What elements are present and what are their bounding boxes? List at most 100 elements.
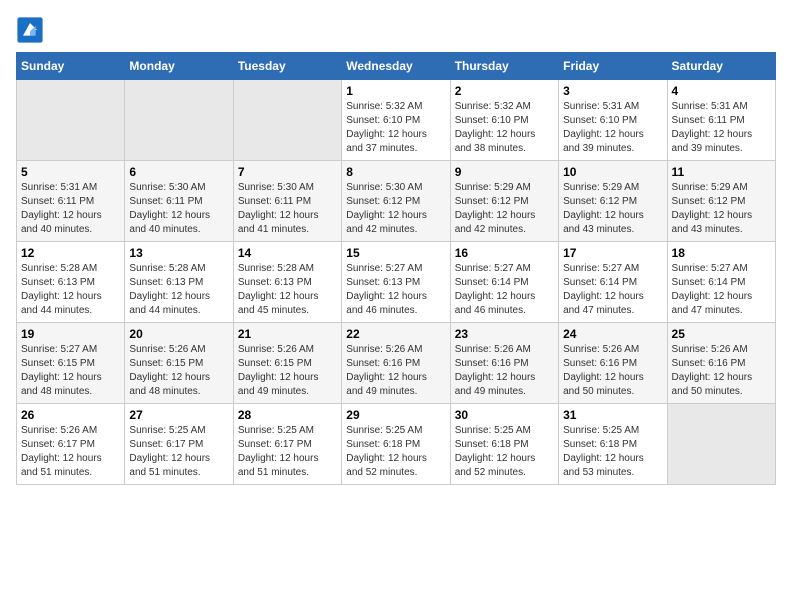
- day-info: Sunrise: 5:29 AM Sunset: 6:12 PM Dayligh…: [455, 181, 554, 237]
- day-info: Sunrise: 5:26 AM Sunset: 6:16 PM Dayligh…: [346, 343, 445, 399]
- day-info: Sunrise: 5:30 AM Sunset: 6:11 PM Dayligh…: [129, 181, 228, 237]
- calendar-cell: 31 Sunrise: 5:25 AM Sunset: 6:18 PM Dayli…: [559, 404, 667, 485]
- calendar-cell: 1 Sunrise: 5:32 AM Sunset: 6:10 PM Daylig…: [342, 80, 450, 161]
- calendar-cell: 17 Sunrise: 5:27 AM Sunset: 6:14 PM Dayli…: [559, 242, 667, 323]
- calendar-cell: 13 Sunrise: 5:28 AM Sunset: 6:13 PM Dayli…: [125, 242, 233, 323]
- day-number: 25: [672, 327, 771, 341]
- column-header-wednesday: Wednesday: [342, 53, 450, 80]
- day-info: Sunrise: 5:26 AM Sunset: 6:16 PM Dayligh…: [455, 343, 554, 399]
- day-info: Sunrise: 5:27 AM Sunset: 6:14 PM Dayligh…: [455, 262, 554, 318]
- calendar-cell: 9 Sunrise: 5:29 AM Sunset: 6:12 PM Daylig…: [450, 161, 558, 242]
- day-number: 15: [346, 246, 445, 260]
- day-info: Sunrise: 5:26 AM Sunset: 6:16 PM Dayligh…: [563, 343, 662, 399]
- calendar-table: SundayMondayTuesdayWednesdayThursdayFrid…: [16, 52, 776, 485]
- calendar-cell: 6 Sunrise: 5:30 AM Sunset: 6:11 PM Daylig…: [125, 161, 233, 242]
- day-info: Sunrise: 5:25 AM Sunset: 6:17 PM Dayligh…: [238, 424, 337, 480]
- calendar-body: 1 Sunrise: 5:32 AM Sunset: 6:10 PM Daylig…: [17, 80, 776, 485]
- day-number: 2: [455, 84, 554, 98]
- calendar-cell: [17, 80, 125, 161]
- week-row-5: 26Sunrise: 5:26 AM Sunset: 6:17 PM Dayli…: [17, 404, 776, 485]
- day-number: 1: [346, 84, 445, 98]
- day-info: Sunrise: 5:26 AM Sunset: 6:16 PM Dayligh…: [672, 343, 771, 399]
- calendar-cell: 14 Sunrise: 5:28 AM Sunset: 6:13 PM Dayli…: [233, 242, 341, 323]
- day-info: Sunrise: 5:25 AM Sunset: 6:18 PM Dayligh…: [563, 424, 662, 480]
- day-info: Sunrise: 5:32 AM Sunset: 6:10 PM Dayligh…: [455, 100, 554, 156]
- day-info: Sunrise: 5:30 AM Sunset: 6:12 PM Dayligh…: [346, 181, 445, 237]
- day-number: 28: [238, 408, 337, 422]
- calendar-cell: 7 Sunrise: 5:30 AM Sunset: 6:11 PM Daylig…: [233, 161, 341, 242]
- column-header-thursday: Thursday: [450, 53, 558, 80]
- calendar-cell: [125, 80, 233, 161]
- day-number: 30: [455, 408, 554, 422]
- day-number: 24: [563, 327, 662, 341]
- day-info: Sunrise: 5:28 AM Sunset: 6:13 PM Dayligh…: [129, 262, 228, 318]
- calendar-cell: 4 Sunrise: 5:31 AM Sunset: 6:11 PM Daylig…: [667, 80, 775, 161]
- column-header-friday: Friday: [559, 53, 667, 80]
- week-row-3: 12Sunrise: 5:28 AM Sunset: 6:13 PM Dayli…: [17, 242, 776, 323]
- calendar-cell: 2 Sunrise: 5:32 AM Sunset: 6:10 PM Daylig…: [450, 80, 558, 161]
- calendar-cell: 24 Sunrise: 5:26 AM Sunset: 6:16 PM Dayli…: [559, 323, 667, 404]
- day-number: 18: [672, 246, 771, 260]
- day-info: Sunrise: 5:31 AM Sunset: 6:11 PM Dayligh…: [21, 181, 120, 237]
- day-number: 6: [129, 165, 228, 179]
- calendar-cell: 21 Sunrise: 5:26 AM Sunset: 6:15 PM Dayli…: [233, 323, 341, 404]
- day-number: 3: [563, 84, 662, 98]
- column-header-sunday: Sunday: [17, 53, 125, 80]
- day-info: Sunrise: 5:30 AM Sunset: 6:11 PM Dayligh…: [238, 181, 337, 237]
- calendar-cell: 12Sunrise: 5:28 AM Sunset: 6:13 PM Dayli…: [17, 242, 125, 323]
- calendar-cell: 5 Sunrise: 5:31 AM Sunset: 6:11 PM Daylig…: [17, 161, 125, 242]
- calendar-cell: 8 Sunrise: 5:30 AM Sunset: 6:12 PM Daylig…: [342, 161, 450, 242]
- day-info: Sunrise: 5:29 AM Sunset: 6:12 PM Dayligh…: [672, 181, 771, 237]
- day-number: 8: [346, 165, 445, 179]
- calendar-cell: 3 Sunrise: 5:31 AM Sunset: 6:10 PM Daylig…: [559, 80, 667, 161]
- logo-icon: [16, 16, 44, 44]
- day-number: 14: [238, 246, 337, 260]
- column-header-monday: Monday: [125, 53, 233, 80]
- calendar-cell: 15 Sunrise: 5:27 AM Sunset: 6:13 PM Dayli…: [342, 242, 450, 323]
- week-row-2: 5 Sunrise: 5:31 AM Sunset: 6:11 PM Daylig…: [17, 161, 776, 242]
- day-info: Sunrise: 5:28 AM Sunset: 6:13 PM Dayligh…: [21, 262, 120, 318]
- day-number: 11: [672, 165, 771, 179]
- day-number: 16: [455, 246, 554, 260]
- day-number: 23: [455, 327, 554, 341]
- day-number: 4: [672, 84, 771, 98]
- calendar-cell: [667, 404, 775, 485]
- day-number: 9: [455, 165, 554, 179]
- calendar-cell: 25 Sunrise: 5:26 AM Sunset: 6:16 PM Dayli…: [667, 323, 775, 404]
- calendar-cell: 27 Sunrise: 5:25 AM Sunset: 6:17 PM Dayli…: [125, 404, 233, 485]
- day-number: 5: [21, 165, 120, 179]
- day-number: 21: [238, 327, 337, 341]
- calendar-cell: 29Sunrise: 5:25 AM Sunset: 6:18 PM Dayli…: [342, 404, 450, 485]
- day-number: 20: [129, 327, 228, 341]
- day-info: Sunrise: 5:29 AM Sunset: 6:12 PM Dayligh…: [563, 181, 662, 237]
- day-info: Sunrise: 5:26 AM Sunset: 6:15 PM Dayligh…: [238, 343, 337, 399]
- week-row-4: 19Sunrise: 5:27 AM Sunset: 6:15 PM Dayli…: [17, 323, 776, 404]
- day-number: 7: [238, 165, 337, 179]
- day-info: Sunrise: 5:26 AM Sunset: 6:17 PM Dayligh…: [21, 424, 120, 480]
- day-info: Sunrise: 5:25 AM Sunset: 6:17 PM Dayligh…: [129, 424, 228, 480]
- column-header-tuesday: Tuesday: [233, 53, 341, 80]
- day-info: Sunrise: 5:32 AM Sunset: 6:10 PM Dayligh…: [346, 100, 445, 156]
- calendar-cell: 28 Sunrise: 5:25 AM Sunset: 6:17 PM Dayli…: [233, 404, 341, 485]
- day-info: Sunrise: 5:26 AM Sunset: 6:15 PM Dayligh…: [129, 343, 228, 399]
- calendar-cell: 26Sunrise: 5:26 AM Sunset: 6:17 PM Dayli…: [17, 404, 125, 485]
- day-number: 13: [129, 246, 228, 260]
- day-info: Sunrise: 5:27 AM Sunset: 6:13 PM Dayligh…: [346, 262, 445, 318]
- day-number: 27: [129, 408, 228, 422]
- page-header: [16, 16, 776, 44]
- day-number: 29: [346, 408, 445, 422]
- calendar-header: SundayMondayTuesdayWednesdayThursdayFrid…: [17, 53, 776, 80]
- calendar-cell: 20 Sunrise: 5:26 AM Sunset: 6:15 PM Dayli…: [125, 323, 233, 404]
- day-info: Sunrise: 5:27 AM Sunset: 6:14 PM Dayligh…: [563, 262, 662, 318]
- day-number: 17: [563, 246, 662, 260]
- calendar-cell: 18 Sunrise: 5:27 AM Sunset: 6:14 PM Dayli…: [667, 242, 775, 323]
- day-info: Sunrise: 5:31 AM Sunset: 6:11 PM Dayligh…: [672, 100, 771, 156]
- day-info: Sunrise: 5:27 AM Sunset: 6:14 PM Dayligh…: [672, 262, 771, 318]
- calendar-cell: 10Sunrise: 5:29 AM Sunset: 6:12 PM Dayli…: [559, 161, 667, 242]
- day-info: Sunrise: 5:28 AM Sunset: 6:13 PM Dayligh…: [238, 262, 337, 318]
- day-number: 31: [563, 408, 662, 422]
- calendar-cell: [233, 80, 341, 161]
- calendar-cell: 19Sunrise: 5:27 AM Sunset: 6:15 PM Dayli…: [17, 323, 125, 404]
- day-number: 22: [346, 327, 445, 341]
- day-info: Sunrise: 5:31 AM Sunset: 6:10 PM Dayligh…: [563, 100, 662, 156]
